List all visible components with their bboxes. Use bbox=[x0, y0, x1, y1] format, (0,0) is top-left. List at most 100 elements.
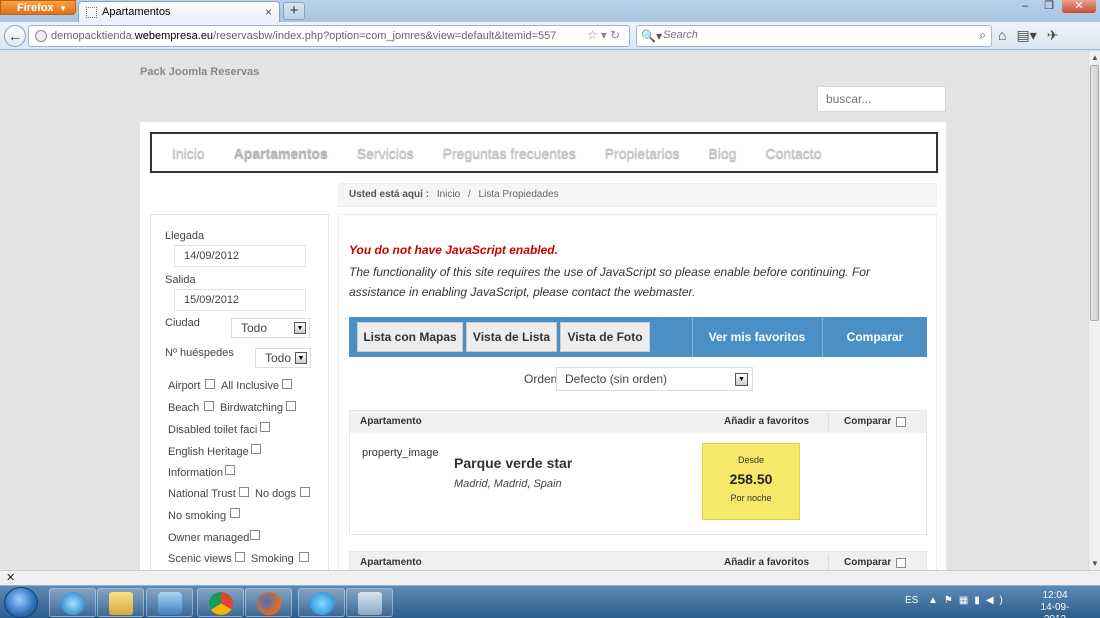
taskbar-firefox-button[interactable] bbox=[245, 588, 292, 617]
feature-label-owner-managed: Owner managed bbox=[168, 532, 250, 544]
chevron-down-icon: ▼ bbox=[295, 352, 307, 364]
globe-icon bbox=[35, 30, 47, 42]
feature-checkbox-scenic-views[interactable] bbox=[235, 552, 245, 562]
feature-checkbox-beach[interactable] bbox=[204, 401, 214, 411]
site-name[interactable]: Pack Joomla Reservas bbox=[140, 66, 259, 78]
compare-checkbox[interactable] bbox=[896, 417, 906, 427]
feature-label-information: Information bbox=[168, 467, 224, 479]
restore-icon[interactable]: ❐ bbox=[1038, 0, 1060, 13]
list-view-button[interactable]: Vista de Lista bbox=[466, 322, 557, 352]
compare-link[interactable]: Comparar bbox=[823, 317, 927, 357]
property-image[interactable]: property_image bbox=[362, 447, 438, 459]
property-card-body: property_image Parque verde star Madrid,… bbox=[350, 433, 926, 534]
column-apartment: Apartamento bbox=[360, 416, 422, 427]
feature-checkbox-airport[interactable] bbox=[205, 379, 215, 389]
network-icon[interactable]: ▦ bbox=[959, 595, 974, 606]
departure-date-input[interactable]: 15/09/2012 bbox=[174, 289, 306, 311]
show-hidden-icon[interactable]: ▲ bbox=[928, 595, 944, 606]
photo-view-button[interactable]: Vista de Foto bbox=[560, 322, 650, 352]
site-search-input[interactable] bbox=[817, 86, 946, 112]
breadcrumb-separator: / bbox=[467, 189, 471, 200]
dropdown-arrow-icon[interactable]: ▾ bbox=[601, 28, 610, 42]
taskbar-skype-button[interactable] bbox=[298, 588, 345, 617]
menu-item-contacto[interactable]: Contacto bbox=[765, 145, 821, 161]
volume-icon[interactable]: ◀) bbox=[986, 595, 1009, 606]
scroll-up-icon[interactable]: ▲ bbox=[1091, 53, 1099, 62]
order-select[interactable]: Defecto (sin orden) ▼ bbox=[556, 367, 753, 391]
skype-icon bbox=[310, 592, 334, 615]
clock-time: 12:04 bbox=[1042, 590, 1068, 601]
menu-item-servicios[interactable]: Servicios bbox=[357, 145, 414, 161]
close-icon[interactable]: × bbox=[265, 5, 272, 19]
feature-label-scenic-views: Scenic views bbox=[168, 553, 232, 565]
property-name-link[interactable]: Parque verde star bbox=[454, 455, 572, 471]
window-close-icon[interactable]: ✕ bbox=[1062, 0, 1096, 13]
menu-item-propietarios[interactable]: Propietarios bbox=[605, 145, 680, 161]
site-container: Inicio Apartamentos Servicios Preguntas … bbox=[140, 122, 946, 570]
city-select[interactable]: Todo ▼ bbox=[231, 318, 310, 338]
taskbar-chrome-button[interactable] bbox=[197, 588, 244, 617]
new-tab-button[interactable]: + bbox=[283, 2, 305, 20]
column-compare: Comparar bbox=[844, 557, 892, 568]
feature-checkbox-information[interactable] bbox=[225, 465, 235, 475]
breadcrumb-home[interactable]: Inicio bbox=[437, 189, 460, 200]
feature-checkbox-birdwatching[interactable] bbox=[286, 401, 296, 411]
url-text[interactable]: demopacktienda.webempresa.eu/reservasbw/… bbox=[51, 30, 556, 42]
home-icon[interactable]: ⌂ bbox=[998, 27, 1006, 44]
order-select-value: Defecto (sin orden) bbox=[565, 372, 668, 386]
url-bar[interactable]: demopacktienda.webempresa.eu/reservasbw/… bbox=[28, 25, 630, 47]
feature-checkbox-smoking[interactable] bbox=[299, 552, 309, 562]
flag-icon[interactable]: ⚑ bbox=[944, 595, 959, 606]
main-menu: Inicio Apartamentos Servicios Preguntas … bbox=[150, 132, 938, 173]
map-list-view-button[interactable]: Lista con Mapas bbox=[357, 322, 463, 352]
vertical-scrollbar[interactable]: ▲ ▼ bbox=[1088, 51, 1100, 570]
header-divider bbox=[828, 554, 829, 570]
url-prefix: demopacktienda. bbox=[51, 30, 135, 42]
back-arrow-icon[interactable]: ← bbox=[4, 25, 26, 47]
add-favorites-link[interactable]: Añadir a favoritos bbox=[724, 411, 809, 433]
menu-item-preguntas[interactable]: Preguntas frecuentes bbox=[443, 145, 576, 161]
menu-item-inicio[interactable]: Inicio bbox=[172, 145, 205, 161]
feature-checkbox-no-smoking[interactable] bbox=[230, 508, 240, 518]
taskbar-explorer-button[interactable] bbox=[97, 588, 144, 617]
feature-checkbox-all-inclusive[interactable] bbox=[282, 379, 292, 389]
bookmarks-icon[interactable]: ▤▾ bbox=[1016, 27, 1036, 44]
feature-checkbox-national-trust[interactable] bbox=[239, 487, 249, 497]
signal-icon[interactable]: ▮ bbox=[974, 595, 986, 606]
add-favorites-link[interactable]: Añadir a favoritos bbox=[724, 552, 809, 570]
language-indicator[interactable]: ES bbox=[905, 595, 918, 606]
feature-checkbox-english-heritage[interactable] bbox=[251, 444, 261, 454]
addon-icon[interactable]: ✈ bbox=[1047, 27, 1059, 44]
firefox-menu-button[interactable]: Firefox ▼ bbox=[0, 0, 76, 15]
compare-checkbox[interactable] bbox=[896, 558, 906, 568]
arrival-date-input[interactable]: 14/09/2012 bbox=[174, 245, 306, 267]
menu-item-apartamentos[interactable]: Apartamentos bbox=[234, 145, 328, 161]
guests-select[interactable]: Todo ▼ bbox=[255, 348, 311, 368]
chevron-down-icon: ▼ bbox=[735, 373, 748, 386]
scroll-down-icon[interactable]: ▼ bbox=[1091, 559, 1099, 568]
browser-search-input[interactable] bbox=[663, 29, 963, 41]
feature-checkbox-owner-managed[interactable] bbox=[250, 530, 260, 540]
breadcrumb-current: Lista Propiedades bbox=[478, 189, 559, 200]
start-button-icon[interactable] bbox=[4, 587, 38, 618]
feature-checkbox-disabled-toilet[interactable] bbox=[260, 422, 270, 432]
close-icon[interactable]: ✕ bbox=[6, 571, 15, 584]
scrollbar-thumb[interactable] bbox=[1090, 65, 1099, 321]
breadcrumb: Usted está aquí : Inicio / Lista Propied… bbox=[338, 183, 937, 207]
chrome-icon bbox=[209, 592, 233, 615]
menu-item-blog[interactable]: Blog bbox=[708, 145, 736, 161]
feature-checkbox-no-dogs[interactable] bbox=[300, 487, 310, 497]
search-engine-icon[interactable]: 🔍▾ bbox=[641, 29, 662, 43]
minimize-icon[interactable]: – bbox=[1014, 0, 1036, 13]
view-favorites-link[interactable]: Ver mis favoritos bbox=[693, 317, 821, 357]
reload-icon[interactable]: ↻ bbox=[610, 28, 623, 42]
bookmark-star-icon[interactable]: ☆ bbox=[587, 28, 601, 42]
system-clock[interactable]: 12:04 14-09-2012 bbox=[1030, 590, 1080, 618]
taskbar-app-button[interactable] bbox=[346, 588, 393, 617]
browser-tab[interactable]: Apartamentos × bbox=[78, 1, 280, 23]
chevron-down-icon: ▼ bbox=[294, 322, 306, 334]
search-icon[interactable]: ⌕ bbox=[979, 28, 986, 43]
taskbar-ie-button[interactable] bbox=[49, 588, 96, 617]
taskbar-media-button[interactable] bbox=[146, 588, 193, 617]
browser-search-bar[interactable]: 🔍▾ ⌕ bbox=[636, 25, 992, 47]
